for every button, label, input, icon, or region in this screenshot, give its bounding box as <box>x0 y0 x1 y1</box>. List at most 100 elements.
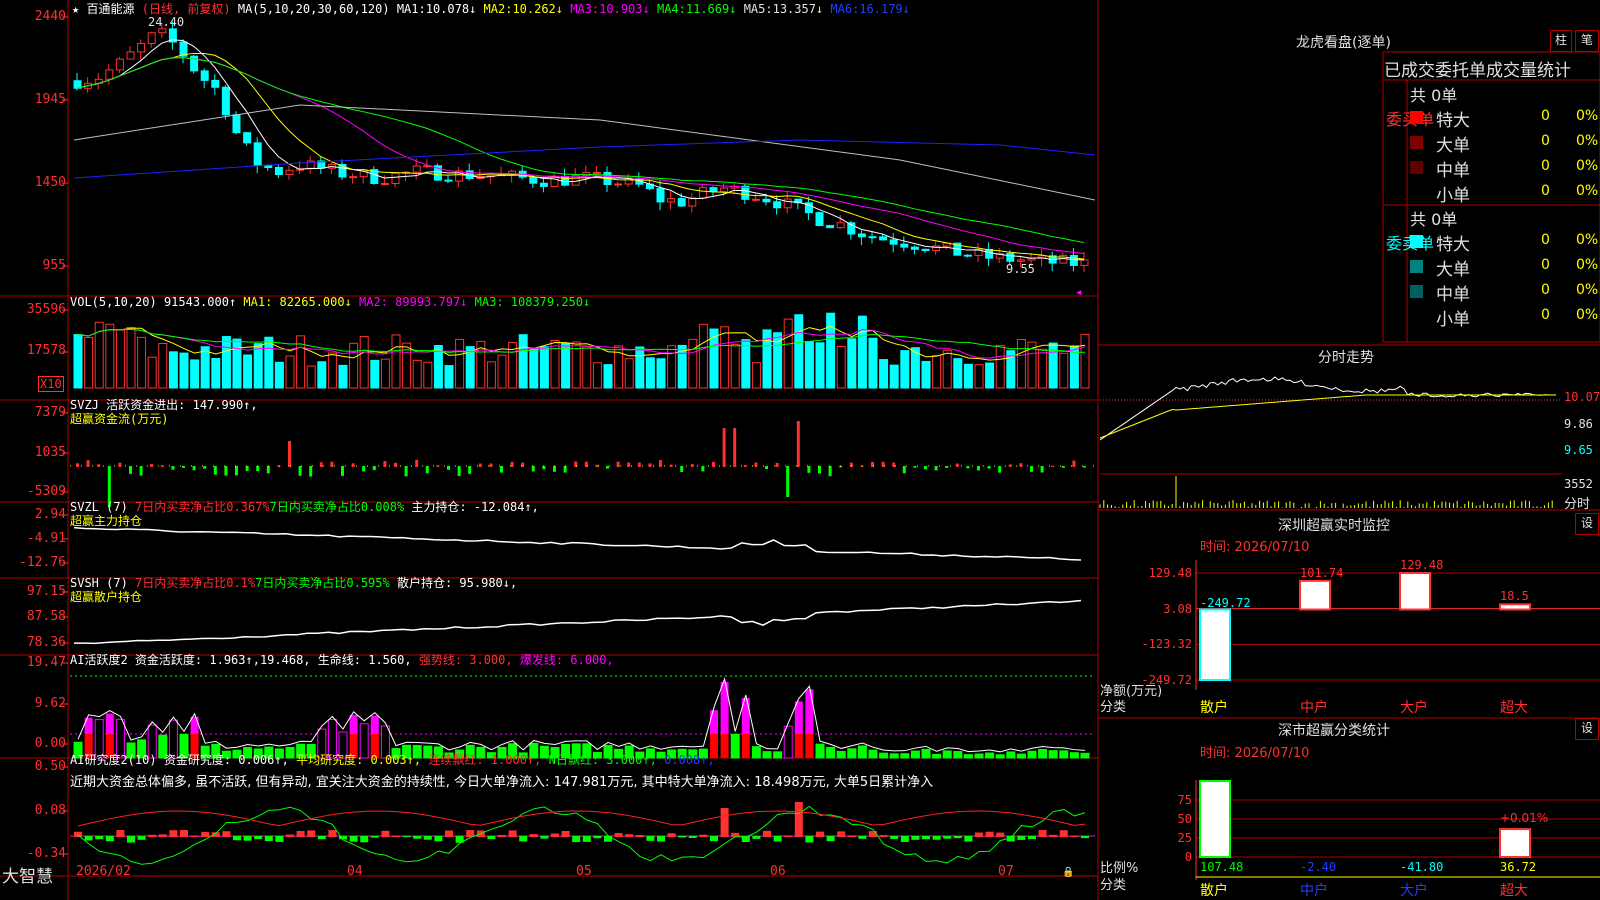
time-label-2: 04 <box>347 864 363 879</box>
classify-settings-button[interactable]: 设 <box>1575 718 1599 740</box>
monitor-value-label: 129.48 <box>1400 558 1444 572</box>
high-price-label: 24.40 <box>148 15 185 29</box>
svzj-axis-2: 1035 <box>34 445 66 460</box>
lhb-header: 已成交委托单成交量统计 <box>1384 61 1571 81</box>
time-label-3: 05 <box>576 864 592 879</box>
intraday-axis-1: 10.07 <box>1564 390 1600 404</box>
classify-bar <box>1499 828 1531 858</box>
svsh-a: 7日内买卖净占比0.1% <box>135 576 256 590</box>
order-size-label: 中单 <box>1436 285 1470 305</box>
price-axis-4: 955 <box>42 258 66 273</box>
monitor-settings-button[interactable]: 设 <box>1575 513 1599 535</box>
svsh-axis-1: 97.15 <box>26 584 66 599</box>
lhb-title: 龙虎看盘(逐单) <box>1296 35 1391 51</box>
ai2-header: AI研究度2(10) 资金研究度: 0.006↑, 平均研究度: 0.003↑,… <box>70 753 715 767</box>
order-size-label: 特大 <box>1436 111 1470 131</box>
svzl-title[interactable]: SVZL (7) <box>70 500 128 514</box>
ai2-axis-3: -0.34 <box>26 846 66 861</box>
ma2-value: 10.262↓ <box>512 2 564 16</box>
ma2-label: MA2: <box>483 2 513 16</box>
order-percent: 0% <box>1576 257 1599 273</box>
ai1-d: 强势线: 3.000, <box>418 653 513 667</box>
svsh-axis-3: 78.36 <box>26 635 66 650</box>
tick-view-button[interactable]: 笔 <box>1575 30 1599 52</box>
ai2-c: 连续飘红: 1.000↑, <box>428 753 542 767</box>
order-size-label: 小单 <box>1436 310 1470 330</box>
intraday-axis-3: 9.65 <box>1564 443 1593 457</box>
order-size-label: 小单 <box>1436 186 1470 206</box>
classify-axis-label: 0 <box>1184 850 1192 864</box>
stock-name[interactable]: 百通能源 <box>86 2 134 16</box>
order-percent: 0% <box>1576 307 1599 323</box>
ai1-b: 19.468, <box>259 653 311 667</box>
vol-ma1: MA1: 82265.000↓ <box>243 295 352 309</box>
ma-indicator[interactable]: MA(5,10,20,30,60,120) <box>238 2 390 16</box>
ai2-title[interactable]: AI研究度2(10) <box>70 753 157 767</box>
order-count: 0 <box>1541 307 1550 323</box>
svzl-sub: 超赢主力持仓 <box>70 514 143 528</box>
order-count: 0 <box>1541 183 1550 199</box>
monitor-axis-label: -123.32 <box>1141 637 1192 652</box>
price-header: ★ 百通能源 (日线, 前复权) MA(5,10,20,30,60,120) M… <box>72 2 910 16</box>
ma6-label: MA6: <box>830 2 860 16</box>
svsh-c: 散户持仓: 95.980↓, <box>396 576 518 590</box>
sell-total: 共 0单 <box>1410 210 1458 229</box>
order-count: 0 <box>1541 158 1550 174</box>
svzj-axis-3: -5309 <box>26 484 66 499</box>
intraday-vol-value: 3552 <box>1564 477 1593 491</box>
monitor-axis-label: 129.48 <box>1148 566 1192 580</box>
ma3-value: 10.903↓ <box>599 2 650 16</box>
ai1-c: 生命线: 1.560, <box>317 653 412 667</box>
monitor-bar <box>1499 603 1531 611</box>
svzj-title[interactable]: SVZJ <box>70 398 99 412</box>
monitor-value-label: -249.72 <box>1200 595 1251 610</box>
low-price-label: 9.55 <box>1006 262 1035 276</box>
bar-view-button[interactable]: 柱 <box>1550 30 1572 52</box>
order-percent: 0% <box>1576 108 1599 124</box>
classify-title: 深市超赢分类统计 <box>1278 723 1390 739</box>
time-label-5: 07 <box>998 864 1014 879</box>
ai1-a: 资金活跃度: 1.963↑, <box>134 653 260 667</box>
monitor-bar <box>1399 572 1431 611</box>
classify-category-label: 大户 <box>1400 883 1428 899</box>
monitor-date: 时间: 2026/07/10 <box>1200 540 1310 555</box>
classify-value-label: 107.48 <box>1200 860 1244 874</box>
price-axis-2: 1945 <box>34 92 66 107</box>
ai2-axis-2: 0.08 <box>34 803 66 818</box>
ai1-title[interactable]: AI活跃度2 <box>70 653 128 667</box>
monitor-category-label: 散户 <box>1200 700 1228 716</box>
classify-note: +0.01% <box>1500 811 1549 825</box>
legend-swatch <box>1410 310 1423 323</box>
vol-value: 91543.000↑ <box>163 295 237 309</box>
legend-swatch <box>1410 260 1423 273</box>
ma3-label: MA3: <box>570 2 600 16</box>
ma4-value: 11.669↓ <box>685 2 737 16</box>
svzj-sub: 超赢资金流(万元) <box>70 412 169 426</box>
monitor-bar <box>1199 608 1231 682</box>
legend-swatch <box>1410 111 1423 124</box>
svsh-header: SVSH (7) 7日内买卖净占比0.1%7日内买卖净占比0.595% 散户持仓… <box>70 576 517 590</box>
ma5-label: MA5: <box>743 2 773 16</box>
order-count: 0 <box>1541 133 1550 149</box>
ai2-analysis-text: 近期大资金总体偏多, 虽不活跃, 但有异动, 宜关注大资金的持续性, 今日大单净… <box>70 775 934 790</box>
monitor-xlabel: 分类 <box>1100 700 1127 715</box>
ma1-value: 10.078↓ <box>425 2 477 16</box>
svsh-title[interactable]: SVSH (7) <box>70 576 128 590</box>
vol-title[interactable]: VOL(5,10,20) <box>70 295 157 309</box>
chart-mode[interactable]: (日线, 前复权) <box>142 2 231 16</box>
legend-swatch <box>1410 161 1423 174</box>
time-label-1: 2026/02 <box>76 864 131 879</box>
classify-xlabel: 分类 <box>1100 878 1127 893</box>
order-count: 0 <box>1541 282 1550 298</box>
price-axis-3: 1450 <box>34 175 66 190</box>
time-label-4: 06 <box>770 864 786 879</box>
classify-date: 时间: 2026/07/10 <box>1200 746 1310 761</box>
svzl-axis-3: -12.76 <box>19 555 66 570</box>
svzl-a: 7日内买卖净占比0.367% <box>135 500 270 514</box>
ai2-a: 资金研究度: 0.006↑, <box>163 753 289 767</box>
svzj-header: SVZJ 活跃资金进出: 147.990↑, <box>70 398 258 412</box>
intraday-axis-2: 9.86 <box>1564 417 1593 431</box>
vol-header: VOL(5,10,20) 91543.000↑ MA1: 82265.000↓ … <box>70 295 590 309</box>
svzl-axis-1: 2.94 <box>34 507 66 522</box>
classify-value-label: -41.80 <box>1400 860 1444 874</box>
